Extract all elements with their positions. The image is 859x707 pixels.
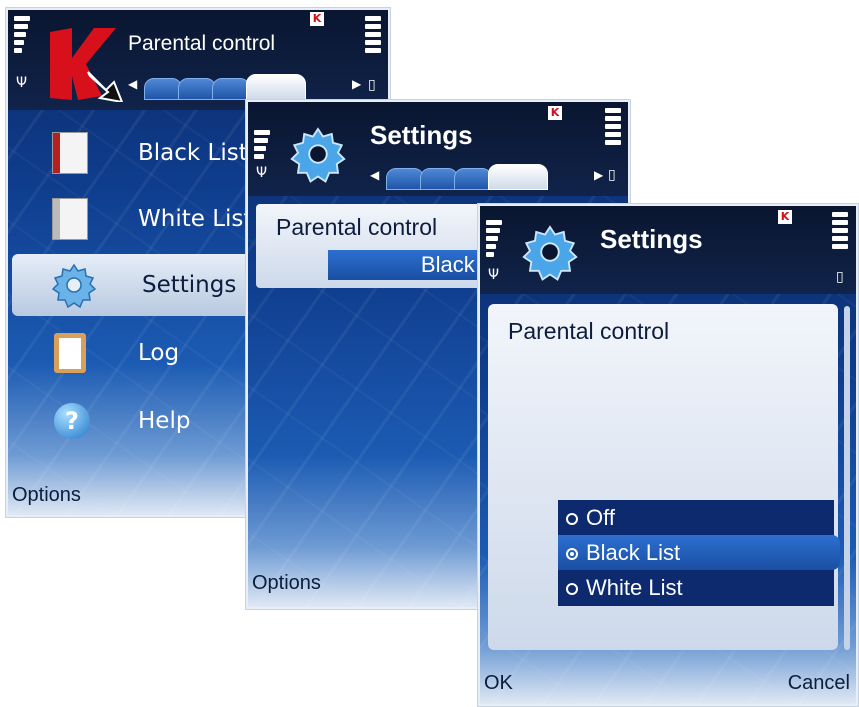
option-label: White List [586, 574, 683, 600]
right-softkey-cancel[interactable]: Cancel [788, 672, 850, 695]
signal-strength-icon [254, 130, 270, 162]
menu-item-label: Black List [138, 140, 248, 166]
left-softkey-ok[interactable]: OK [484, 672, 513, 695]
kaspersky-badge-icon: K [548, 106, 562, 120]
black-list-icon [52, 132, 88, 174]
signal-strength-icon [14, 16, 30, 56]
radio-unchecked-icon [566, 512, 578, 525]
option-off[interactable]: Off [558, 500, 834, 535]
battery-icon: ▯ [368, 77, 376, 93]
tab-left-arrow-icon[interactable]: ◀ [370, 168, 379, 182]
left-softkey-options[interactable]: Options [12, 484, 81, 507]
option-white-list[interactable]: White List [558, 570, 834, 605]
tab-1[interactable] [144, 78, 182, 100]
battery-icon: ▯ [608, 167, 616, 183]
option-label: Off [586, 504, 615, 530]
option-list: Off Black List White List [558, 500, 840, 606]
battery-level-icon [605, 108, 621, 148]
kaspersky-badge-icon: K [778, 210, 792, 224]
white-list-icon [52, 198, 88, 240]
screen-settings-options: Ψ ▯ K Settings Parental control Off Blac… [478, 204, 858, 706]
menu-item-label: Help [138, 408, 191, 434]
antenna-icon: Ψ [488, 267, 500, 283]
screen-title: Parental control [128, 32, 276, 55]
left-softkey-options[interactable]: Options [252, 572, 321, 595]
tab-2[interactable] [420, 168, 458, 190]
help-icon: ? [54, 403, 90, 439]
screen-title: Settings [600, 224, 703, 254]
menu-item-label: Log [138, 340, 180, 366]
tab-right-arrow-icon[interactable]: ▶ [352, 77, 361, 91]
options-dialog: Parental control Off Black List White Li… [488, 304, 840, 650]
option-black-list[interactable]: Black List [558, 535, 840, 570]
screen-title: Settings [370, 120, 473, 150]
menu-item-label: White List [138, 206, 253, 232]
tab-parental-control[interactable] [488, 164, 548, 190]
radio-checked-icon [566, 547, 578, 560]
gear-icon [290, 127, 346, 183]
tab-1[interactable] [386, 168, 424, 190]
signal-strength-icon [486, 220, 502, 260]
tab-left-arrow-icon[interactable]: ◀ [128, 77, 137, 91]
kaspersky-logo-icon [50, 28, 124, 102]
gear-icon [51, 263, 97, 309]
tab-3[interactable] [454, 168, 492, 190]
radio-unchecked-icon [566, 582, 578, 595]
tab-parental-control[interactable] [246, 74, 306, 100]
tab-2[interactable] [178, 78, 216, 100]
tab-bar [144, 72, 306, 100]
tab-bar [386, 162, 548, 190]
tab-3[interactable] [212, 78, 250, 100]
battery-level-icon [832, 212, 848, 252]
antenna-icon: Ψ [16, 75, 28, 91]
dialog-heading: Parental control [508, 318, 670, 344]
tab-right-arrow-icon[interactable]: ▶ [594, 168, 603, 182]
battery-icon: ▯ [836, 269, 844, 285]
battery-level-icon [365, 16, 381, 56]
menu-item-label: Settings [142, 272, 237, 298]
kaspersky-badge-icon: K [310, 12, 324, 26]
clipboard-icon [54, 333, 86, 373]
scrollbar[interactable] [844, 306, 850, 650]
gear-icon [522, 225, 578, 281]
antenna-icon: Ψ [256, 165, 268, 181]
setting-label: Parental control [276, 214, 438, 240]
option-label: Black List [586, 539, 681, 565]
